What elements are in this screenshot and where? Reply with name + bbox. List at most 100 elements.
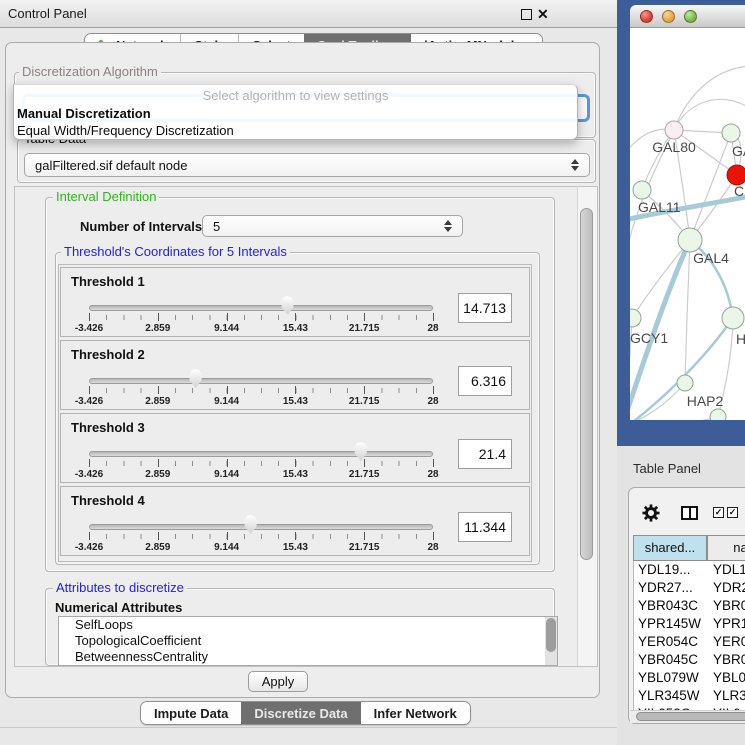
slider-tick-label: -3.426 (75, 469, 103, 480)
table-row[interactable]: YLR345WYLR3 (634, 687, 745, 705)
slider-major-tick (364, 386, 365, 394)
slider-minor-ticks (89, 461, 434, 466)
network-canvas[interactable]: GAL80GACGAL11GAL4GCY1HHAP2 (630, 28, 745, 420)
attributes-scrollbar-thumb[interactable] (546, 618, 556, 652)
slider-tick-label: 28 (427, 542, 438, 553)
zoom-traffic-light-icon[interactable] (684, 10, 697, 23)
threshold-value-field[interactable]: 21.4 (458, 439, 512, 469)
network-edge (690, 133, 731, 240)
apply-button[interactable]: Apply (248, 671, 308, 692)
tab-infer-network[interactable]: Infer Network (361, 702, 470, 724)
number-of-intervals-combobox[interactable]: 5 (202, 215, 463, 237)
network-node-hap2[interactable] (677, 375, 693, 391)
tab-label: Discretize Data (254, 702, 347, 725)
tab-impute-data[interactable]: Impute Data (141, 702, 241, 724)
slider-tick-label: 28 (427, 469, 438, 480)
network-window-titlebar[interactable] (630, 5, 745, 28)
tab-label: Impute Data (154, 702, 228, 725)
node-label: GA (732, 143, 745, 159)
threshold-value-field[interactable]: 14.713 (458, 293, 512, 323)
slider-major-tick (89, 459, 90, 467)
node-label: GAL11 (638, 199, 681, 215)
network-edge (685, 240, 690, 383)
threshold-slider-track[interactable] (89, 451, 433, 457)
slider-major-tick (227, 386, 228, 394)
slider-major-tick (295, 532, 296, 540)
gear-icon[interactable] (642, 504, 660, 522)
threshold-slider-track[interactable] (89, 305, 433, 311)
split-columns-icon[interactable] (681, 506, 698, 520)
table-row[interactable]: YBL079WYBL0 (634, 669, 745, 687)
checkbox-icon[interactable]: ✓ (727, 507, 738, 518)
network-node-c[interactable] (727, 165, 745, 185)
network-graph: GAL80GACGAL11GAL4GCY1HHAP2 (630, 28, 745, 420)
slider-major-tick (295, 386, 296, 394)
table-row[interactable]: YBR043CYBR0 (634, 597, 745, 615)
tab-label: Infer Network (374, 702, 457, 725)
network-node-gal11[interactable] (633, 181, 651, 199)
threshold-label: Threshold 1 (71, 274, 145, 289)
slider-major-tick (433, 532, 434, 540)
column-header-name[interactable]: name (707, 535, 745, 561)
slider-tick-label: 15.43 (283, 323, 308, 334)
horizontal-scrollbar-thumb[interactable] (636, 712, 745, 721)
close-icon[interactable]: ✕ (537, 4, 549, 24)
slider-tick-label: 21.715 (349, 542, 380, 553)
combo-spinner-icon (444, 220, 453, 232)
node-label: HAP2 (687, 393, 724, 409)
slider-tick-label: 21.715 (349, 469, 380, 480)
network-edge (674, 66, 745, 130)
threshold-slider-thumb[interactable] (280, 296, 295, 315)
checkbox-icon[interactable]: ✓ (713, 507, 724, 518)
column-header-shared-name[interactable]: shared... (633, 535, 707, 561)
table-data-combobox[interactable]: galFiltered.sif default node (24, 153, 590, 177)
table-row[interactable]: YDL19...YDL1 (634, 561, 745, 579)
numerical-attributes-list: SelfLoopsTopologicalCoefficientBetweenne… (58, 616, 558, 666)
threshold-row: Threshold 3-3.4262.8599.14415.4321.71528… (60, 413, 530, 483)
tab-discretize-data[interactable]: Discretize Data (241, 702, 360, 724)
attribute-item[interactable]: SelfLoops (59, 617, 557, 633)
attribute-item[interactable]: TopologicalCoefficient (59, 633, 557, 649)
threshold-slider-thumb[interactable] (188, 369, 203, 388)
slider-major-tick (433, 313, 434, 321)
slider-major-tick (89, 313, 90, 321)
network-node-gal80[interactable] (665, 121, 683, 139)
slider-tick-label: 15.43 (283, 396, 308, 407)
network-node-h[interactable] (722, 307, 744, 329)
slider-tick-label: 28 (427, 396, 438, 407)
cell-shared-name: YLR345W (638, 687, 710, 705)
threshold-slider-thumb[interactable] (353, 442, 368, 461)
network-node[interactable] (710, 409, 726, 420)
threshold-value-field[interactable]: 11.344 (458, 512, 512, 542)
threshold-slider-track[interactable] (89, 378, 433, 384)
slider-tick-label: 9.144 (214, 323, 239, 334)
vertical-scrollbar-thumb[interactable] (580, 208, 593, 560)
cell-shared-name: YPR145W (638, 615, 710, 633)
divider (0, 727, 617, 728)
minimize-traffic-light-icon[interactable] (662, 10, 675, 23)
table-row[interactable]: YDR27...YDR2 (634, 579, 745, 597)
attribute-item[interactable]: BetweennessCentrality (59, 649, 557, 665)
close-traffic-light-icon[interactable] (640, 10, 653, 23)
slider-tick-label: 2.859 (145, 396, 170, 407)
table-row[interactable]: YPR145WYPR1 (634, 615, 745, 633)
network-node-ga[interactable] (722, 124, 740, 142)
slider-major-tick (295, 459, 296, 467)
network-node-gcy1[interactable] (630, 309, 641, 327)
combo-spinner-icon (571, 159, 580, 171)
cell-name: YER0 (713, 633, 745, 651)
interval-definition-title: Interval Definition (53, 190, 159, 204)
float-window-icon[interactable] (521, 9, 532, 20)
cell-shared-name: YBR043C (638, 597, 710, 615)
threshold-slider-track[interactable] (89, 524, 433, 530)
network-node-gal4[interactable] (678, 228, 702, 252)
algorithm-option-manual-discretization[interactable]: Manual Discretization (17, 105, 557, 122)
slider-tick-label: -3.426 (75, 323, 103, 334)
table-row[interactable]: YBR045CYBR0 (634, 651, 745, 669)
threshold-slider-thumb[interactable] (243, 515, 258, 534)
table-row[interactable]: YER054CYER0 (634, 633, 745, 651)
threshold-value-field[interactable]: 6.316 (458, 366, 512, 396)
threshold-rows-container: Threshold 1 -3.426 2.859 9.144 15.43 21.715 28… (58, 264, 532, 562)
cell-name: YBL0 (713, 669, 745, 687)
algorithm-option-equal-width-frequency-discretization[interactable]: Equal Width/Frequency Discretization (17, 122, 557, 139)
